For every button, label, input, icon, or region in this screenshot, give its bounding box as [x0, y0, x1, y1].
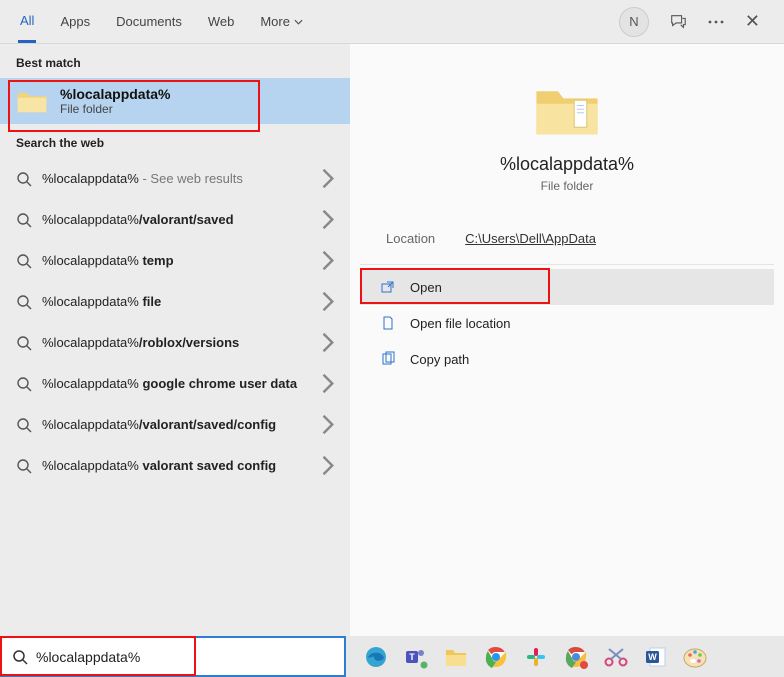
file-explorer-icon[interactable]: [442, 643, 470, 671]
action-copy-path-label: Copy path: [410, 352, 469, 367]
chevron-right-icon: [320, 291, 334, 312]
paint-icon[interactable]: [682, 643, 710, 671]
best-match-result[interactable]: %localappdata% File folder: [0, 78, 350, 124]
edge-icon[interactable]: [362, 643, 390, 671]
tab-documents[interactable]: Documents: [114, 2, 184, 41]
web-result[interactable]: %localappdata% valorant saved config: [0, 445, 350, 486]
teams-icon[interactable]: T: [402, 643, 430, 671]
taskbar-search[interactable]: [0, 636, 346, 677]
search-icon: [12, 649, 28, 665]
best-match-subtitle: File folder: [60, 102, 170, 116]
search-icon: [16, 417, 32, 433]
section-best-match: Best match: [0, 44, 350, 78]
web-result-text: %localappdata% temp: [42, 252, 310, 270]
feedback-icon[interactable]: [669, 13, 687, 31]
action-open-label: Open: [410, 280, 442, 295]
web-result[interactable]: %localappdata%/valorant/saved/config: [0, 404, 350, 445]
web-result-text: %localappdata%/valorant/saved/config: [42, 416, 310, 434]
svg-text:T: T: [409, 652, 415, 662]
location-row: Location C:\Users\Dell\AppData: [360, 213, 774, 265]
slack-icon[interactable]: [522, 643, 550, 671]
snipping-tool-icon[interactable]: [602, 643, 630, 671]
search-icon: [16, 294, 32, 310]
preview-pane: %localappdata% File folder Location C:\U…: [350, 44, 784, 636]
search-icon: [16, 212, 32, 228]
action-open-location[interactable]: Open file location: [360, 305, 774, 341]
web-result-text: %localappdata% - See web results: [42, 170, 310, 188]
chevron-right-icon: [320, 332, 334, 353]
folder-icon: [16, 88, 48, 114]
chevron-right-icon: [320, 209, 334, 230]
word-icon[interactable]: W: [642, 643, 670, 671]
taskbar: T W: [0, 636, 784, 677]
tab-apps[interactable]: Apps: [58, 2, 92, 41]
svg-text:W: W: [648, 652, 657, 662]
close-button[interactable]: ✕: [745, 11, 760, 32]
best-match-title: %localappdata%: [60, 86, 170, 102]
web-result-text: %localappdata% file: [42, 293, 310, 311]
chrome-icon[interactable]: [482, 643, 510, 671]
web-result-text: %localappdata%/valorant/saved: [42, 211, 310, 229]
action-open-location-label: Open file location: [410, 316, 510, 331]
results-list: Best match %localappdata% File folder Se…: [0, 44, 350, 636]
tab-web[interactable]: Web: [206, 2, 237, 41]
taskbar-tray: T W: [346, 643, 710, 671]
action-copy-path[interactable]: Copy path: [360, 341, 774, 377]
open-icon: [380, 279, 396, 295]
web-result[interactable]: %localappdata% - See web results: [0, 158, 350, 199]
preview-subtitle: File folder: [360, 179, 774, 193]
copy-icon: [380, 351, 396, 367]
more-options-icon[interactable]: [707, 13, 725, 31]
section-search-web: Search the web: [0, 124, 350, 158]
web-result[interactable]: %localappdata%/roblox/versions: [0, 322, 350, 363]
location-label: Location: [386, 231, 435, 246]
chevron-right-icon: [320, 168, 334, 189]
chevron-right-icon: [320, 455, 334, 476]
web-result-text: %localappdata%/roblox/versions: [42, 334, 310, 352]
tab-all[interactable]: All: [18, 1, 36, 43]
web-result-text: %localappdata% google chrome user data: [42, 375, 310, 393]
chevron-right-icon: [320, 250, 334, 271]
chevron-right-icon: [320, 414, 334, 435]
tab-more-label: More: [260, 14, 290, 29]
search-icon: [16, 376, 32, 392]
chrome-canary-icon[interactable]: [562, 643, 590, 671]
chevron-right-icon: [320, 373, 334, 394]
web-result[interactable]: %localappdata%/valorant/saved: [0, 199, 350, 240]
search-icon: [16, 171, 32, 187]
action-open[interactable]: Open: [360, 269, 774, 305]
search-input[interactable]: [36, 649, 334, 665]
search-icon: [16, 458, 32, 474]
folder-icon: [531, 82, 603, 140]
search-icon: [16, 335, 32, 351]
search-icon: [16, 253, 32, 269]
web-result[interactable]: %localappdata% google chrome user data: [0, 363, 350, 404]
web-result-text: %localappdata% valorant saved config: [42, 457, 310, 475]
file-location-icon: [380, 315, 396, 331]
web-result[interactable]: %localappdata% file: [0, 281, 350, 322]
location-link[interactable]: C:\Users\Dell\AppData: [465, 231, 596, 246]
preview-title: %localappdata%: [360, 154, 774, 175]
tab-more[interactable]: More: [258, 2, 305, 41]
tabs-bar: All Apps Documents Web More N ✕: [0, 0, 784, 44]
chevron-down-icon: [294, 19, 303, 25]
web-result[interactable]: %localappdata% temp: [0, 240, 350, 281]
user-avatar[interactable]: N: [619, 7, 649, 37]
